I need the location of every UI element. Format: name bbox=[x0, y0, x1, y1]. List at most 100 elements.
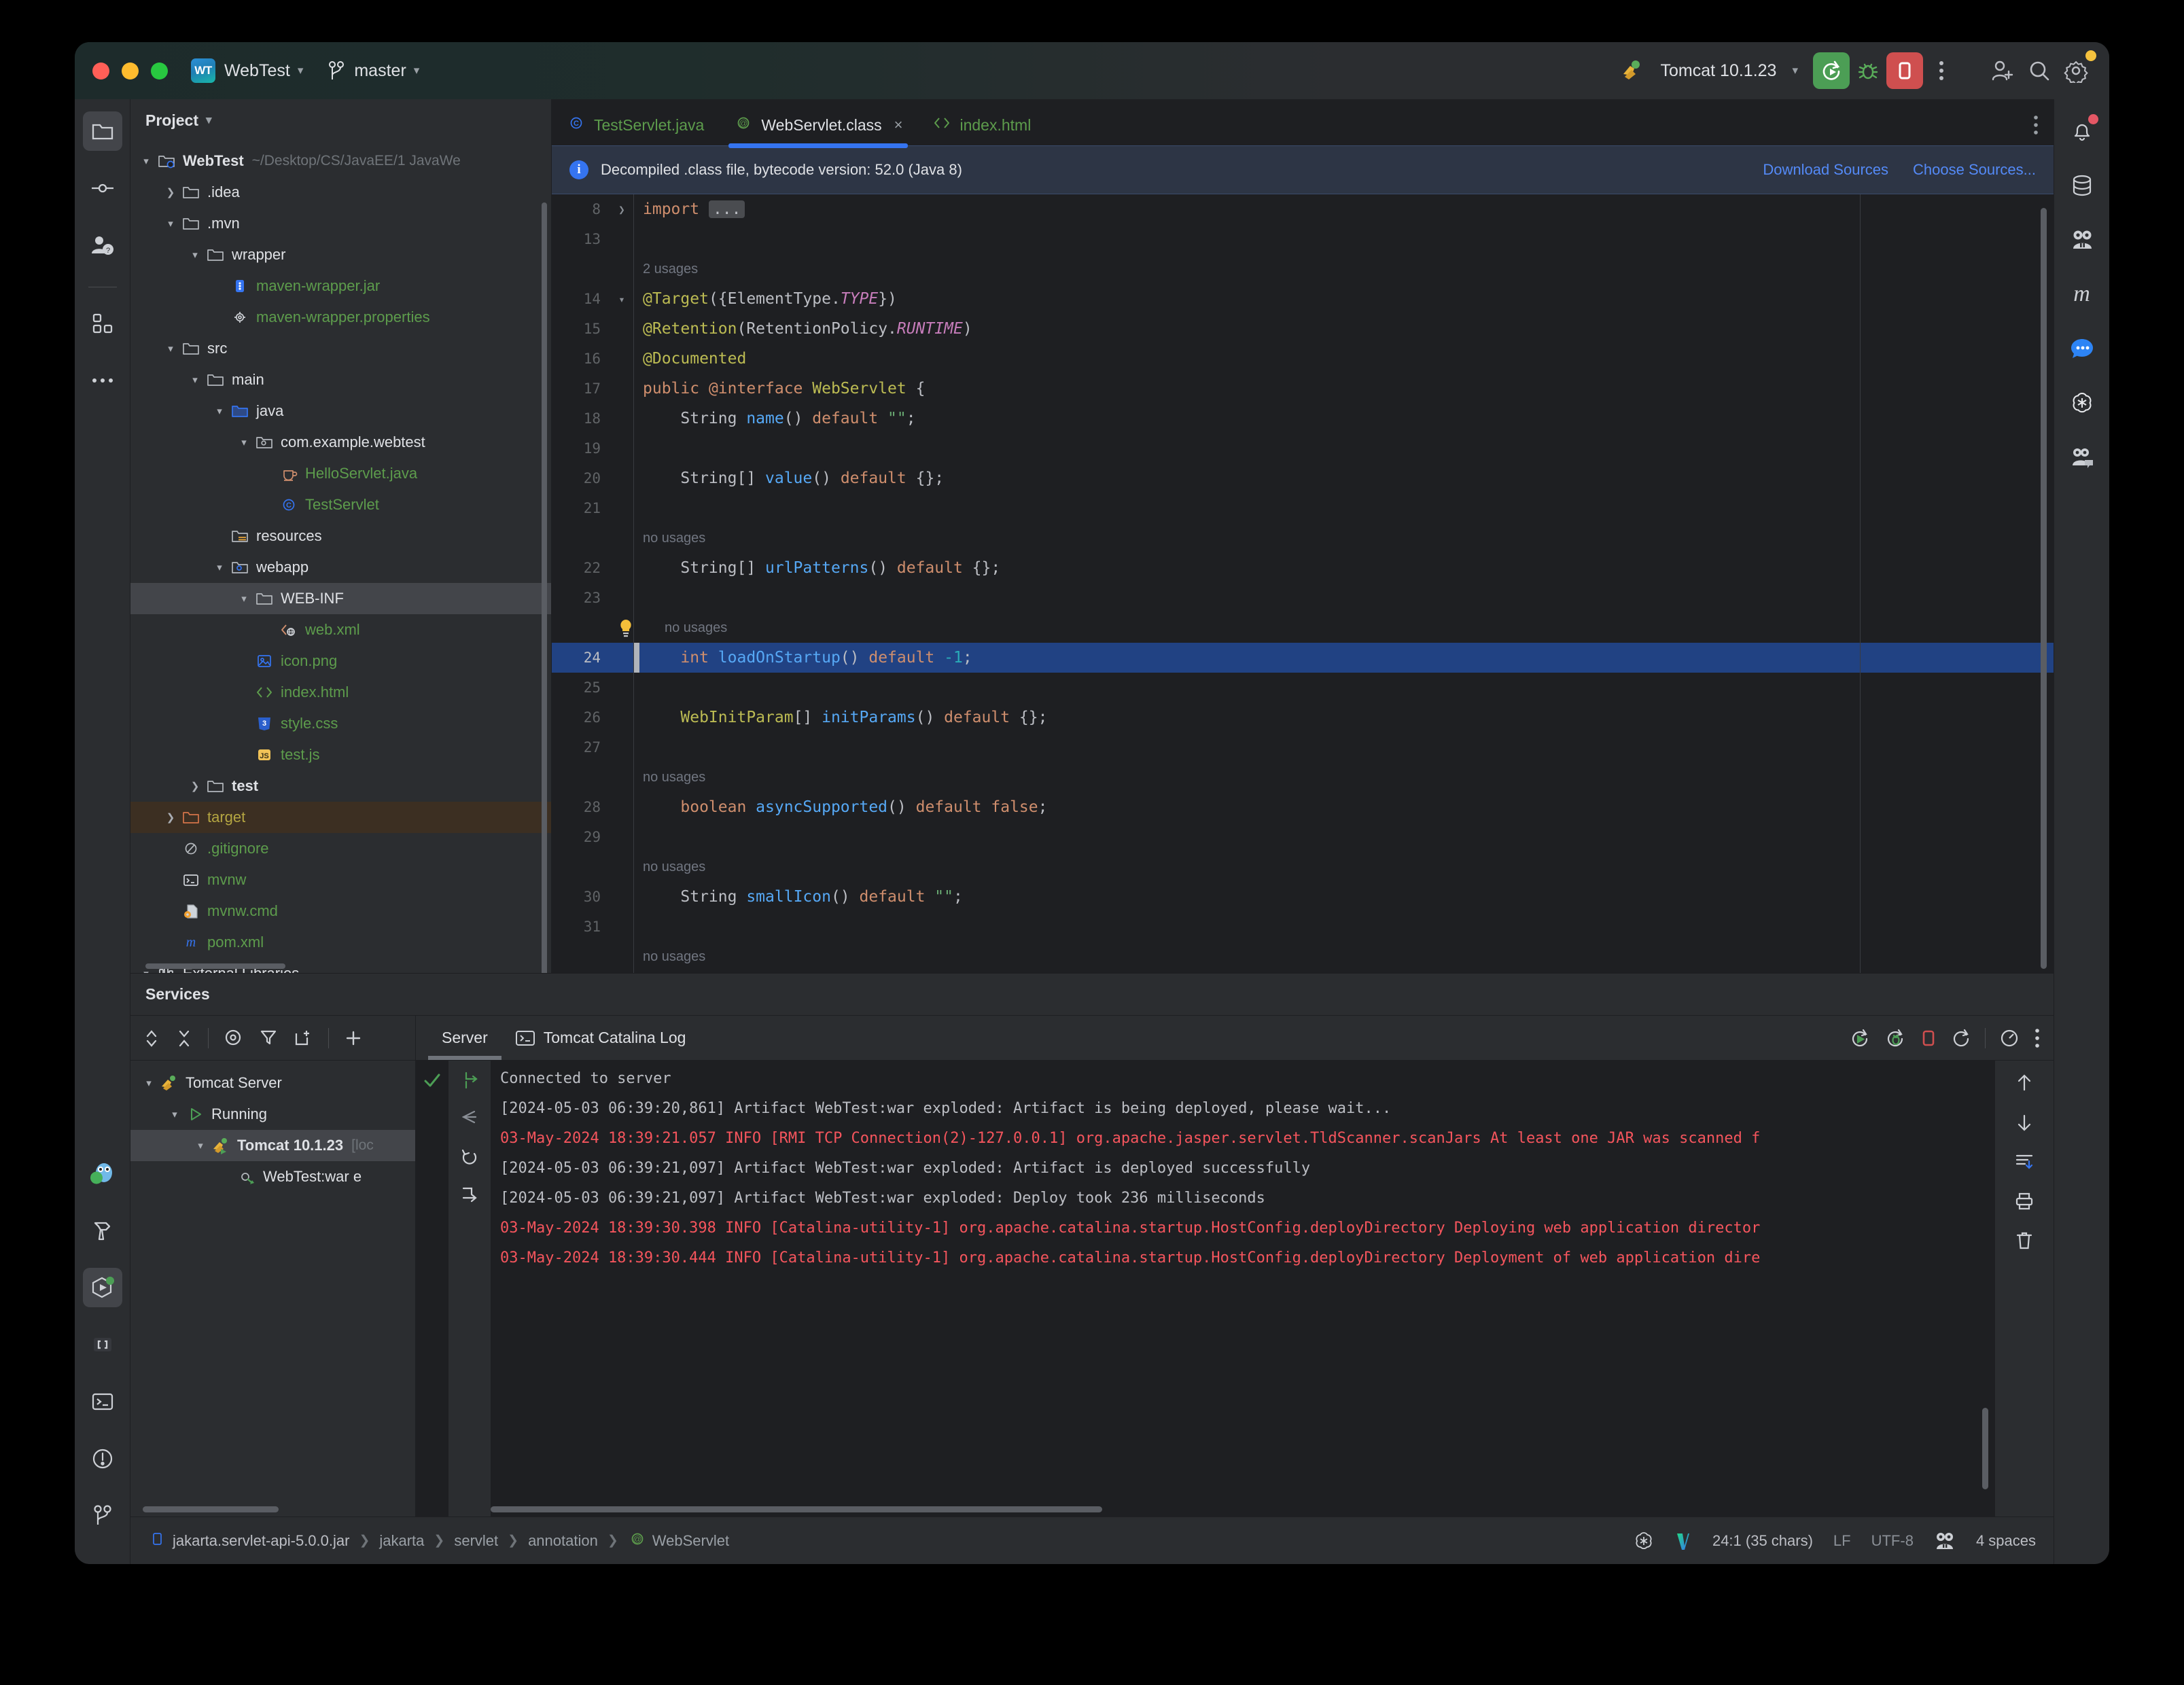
code-usage-hint[interactable]: 2 usages bbox=[552, 254, 2054, 284]
structure-brackets-icon[interactable] bbox=[83, 1325, 122, 1364]
tree-item-mvnw[interactable]: mvnw bbox=[130, 864, 551, 895]
trash-icon[interactable] bbox=[2015, 1230, 2034, 1251]
code-line[interactable]: 27 bbox=[552, 732, 2054, 762]
database-icon[interactable] bbox=[2062, 166, 2102, 205]
jump-icon[interactable] bbox=[459, 1108, 480, 1129]
tree-item-mvn[interactable]: ▾ .mvn bbox=[130, 208, 551, 239]
chevron-down-icon[interactable]: ▾ bbox=[162, 217, 179, 230]
tree-item-test[interactable]: ❯ test bbox=[130, 770, 551, 802]
services-tree-item-tomcat-10-1-23[interactable]: ▾ Tomcat 10.1.23 [loc bbox=[130, 1130, 415, 1161]
tree-item-helloservlet-java[interactable]: HelloServlet.java bbox=[130, 458, 551, 489]
project-tree-vertical-scrollbar[interactable] bbox=[542, 202, 547, 973]
tree-item-maven-wrapper-jar[interactable]: maven-wrapper.jar bbox=[130, 270, 551, 302]
restart-circle-icon[interactable] bbox=[459, 1146, 480, 1167]
line-separator-label[interactable]: LF bbox=[1833, 1532, 1851, 1550]
tree-item-mvnw-cmd[interactable]: mvnw.cmd bbox=[130, 895, 551, 927]
code-line[interactable]: 24 int loadOnStartup() default -1; bbox=[552, 643, 2054, 673]
openai-icon[interactable] bbox=[1634, 1531, 1654, 1551]
stop-icon[interactable] bbox=[1920, 1028, 1937, 1048]
chevron-right-icon[interactable]: ❯ bbox=[186, 780, 204, 792]
version-control-icon[interactable] bbox=[83, 1496, 122, 1536]
filter-icon[interactable] bbox=[259, 1028, 278, 1048]
code-line[interactable]: 26 WebInitParam[] initParams() default {… bbox=[552, 703, 2054, 732]
services-tree-item-webtest-war-e[interactable]: WebTest:war e bbox=[130, 1161, 415, 1192]
show-icon[interactable] bbox=[224, 1028, 244, 1048]
breadcrumb-item[interactable]: annotation bbox=[528, 1532, 598, 1550]
console-output[interactable]: Connected to server [2024-05-03 06:39:20,… bbox=[416, 1061, 2054, 1516]
code-usage-hint[interactable]: no usages bbox=[552, 762, 2054, 792]
chevron-down-icon[interactable]: ▾ bbox=[166, 1108, 183, 1120]
ai-assistant-icon[interactable] bbox=[2062, 220, 2102, 260]
download-sources-link[interactable]: Download Sources bbox=[1763, 161, 1888, 179]
editor-tab-testservlet-java[interactable]: C TestServlet.java bbox=[552, 105, 719, 145]
plugins-tool-icon[interactable] bbox=[83, 304, 122, 343]
code-line[interactable]: 23 bbox=[552, 583, 2054, 613]
tree-item-resources[interactable]: resources bbox=[130, 520, 551, 552]
code-line[interactable]: 15 @Retention(RetentionPolicy.RUNTIME) bbox=[552, 314, 2054, 344]
tab-tomcat-catalina-log[interactable]: Tomcat Catalina Log bbox=[501, 1016, 700, 1060]
services-tree-scrollbar[interactable] bbox=[143, 1506, 279, 1512]
fold-expand-icon[interactable]: ❯ bbox=[610, 203, 633, 216]
debug-button[interactable] bbox=[1850, 52, 1886, 89]
breadcrumb-item[interactable]: @ WebServlet bbox=[628, 1530, 729, 1552]
tree-item-com-example-webtest[interactable]: ▾ com.example.webtest bbox=[130, 427, 551, 458]
services-tree[interactable]: ▾ Tomcat Server ▾ Running ▾ Tomcat 10.1.23 [lo… bbox=[130, 1061, 415, 1502]
rerun-icon[interactable] bbox=[1849, 1027, 1871, 1049]
code-line[interactable]: 31 bbox=[552, 912, 2054, 942]
caret-position-label[interactable]: 24:1 (35 chars) bbox=[1712, 1532, 1813, 1550]
soft-wrap-icon[interactable] bbox=[1999, 1027, 2021, 1049]
tree-item-idea[interactable]: ❯ .idea bbox=[130, 177, 551, 208]
code-usage-hint[interactable]: no usages bbox=[552, 852, 2054, 882]
more-tool-windows-icon[interactable] bbox=[83, 361, 122, 400]
breadcrumb-item[interactable]: servlet bbox=[454, 1532, 498, 1550]
tree-item-testservlet[interactable]: C TestServlet bbox=[130, 489, 551, 520]
code-line[interactable]: 18 String name() default ""; bbox=[552, 404, 2054, 433]
run-configuration-selector[interactable]: Tomcat 10.1.23 ▾ bbox=[1621, 59, 1798, 82]
breadcrumb-item[interactable]: jakarta.servlet-api-5.0.0.jar bbox=[148, 1530, 349, 1552]
services-tree-item-running[interactable]: ▾ Running bbox=[130, 1099, 415, 1130]
editor-options-button[interactable] bbox=[2033, 105, 2054, 145]
code-line[interactable]: 16 @Documented bbox=[552, 344, 2054, 374]
tree-item-webapp[interactable]: ▾ webapp bbox=[130, 552, 551, 583]
rerun-debug-icon[interactable] bbox=[1884, 1027, 1906, 1049]
tree-item-test-js[interactable]: JS test.js bbox=[130, 739, 551, 770]
copilot-chat-icon[interactable] bbox=[2062, 438, 2102, 477]
chevron-down-icon[interactable]: ▾ bbox=[162, 342, 179, 355]
more-options-button[interactable] bbox=[1923, 52, 1960, 89]
expand-collapse-icon[interactable] bbox=[143, 1028, 160, 1048]
code-line[interactable]: 13 bbox=[552, 224, 2054, 254]
jump-out-icon[interactable] bbox=[459, 1070, 480, 1090]
maven-icon[interactable]: m bbox=[2062, 274, 2102, 314]
code-editor[interactable]: 8 ❯ import ... 13 2 usages 14 ▾ @Target({Elemen… bbox=[552, 194, 2054, 973]
chevron-down-icon[interactable]: ▾ bbox=[186, 249, 204, 261]
project-panel-header[interactable]: Project ▾ bbox=[130, 99, 551, 141]
tree-item-gitignore[interactable]: .gitignore bbox=[130, 833, 551, 864]
code-line[interactable]: 17 public @interface WebServlet { bbox=[552, 374, 2054, 404]
problems-icon[interactable] bbox=[83, 1439, 122, 1478]
services-run-icon[interactable] bbox=[82, 1268, 122, 1307]
choose-sources-link[interactable]: Choose Sources... bbox=[1913, 161, 2036, 179]
tree-item-index-html[interactable]: index.html bbox=[130, 677, 551, 708]
restart-icon[interactable] bbox=[1951, 1027, 1971, 1049]
database-owl-icon[interactable] bbox=[83, 1154, 122, 1193]
scroll-to-end-icon[interactable] bbox=[2014, 1152, 2035, 1172]
code-line[interactable]: 21 bbox=[552, 493, 2054, 523]
console-side-toolbar[interactable] bbox=[1995, 1061, 2054, 1516]
code-line[interactable]: 22 String[] urlPatterns() default {}; bbox=[552, 553, 2054, 583]
code-usage-hint[interactable]: no usages bbox=[552, 942, 2054, 972]
maximize-window-button[interactable] bbox=[151, 62, 168, 79]
minimize-window-button[interactable] bbox=[122, 62, 139, 79]
code-line[interactable]: 14 ▾ @Target({ElementType.TYPE}) bbox=[552, 284, 2054, 314]
code-line[interactable]: 25 bbox=[552, 673, 2054, 703]
tree-item-target[interactable]: ❯ target bbox=[130, 802, 551, 833]
openai-icon[interactable] bbox=[2062, 383, 2102, 423]
tree-item-java[interactable]: ▾ java bbox=[130, 395, 551, 427]
chevron-down-icon[interactable]: ▾ bbox=[206, 113, 212, 127]
scroll-down-icon[interactable] bbox=[2015, 1112, 2034, 1133]
services-tree-item-tomcat-server[interactable]: ▾ Tomcat Server bbox=[130, 1067, 415, 1099]
chevron-down-icon[interactable]: ▾ bbox=[192, 1139, 209, 1152]
code-line[interactable]: 20 String[] value() default {}; bbox=[552, 463, 2054, 493]
close-tab-icon[interactable]: × bbox=[894, 116, 903, 134]
chevron-down-icon[interactable]: ▾ bbox=[137, 155, 155, 167]
search-button[interactable] bbox=[2021, 52, 2058, 89]
